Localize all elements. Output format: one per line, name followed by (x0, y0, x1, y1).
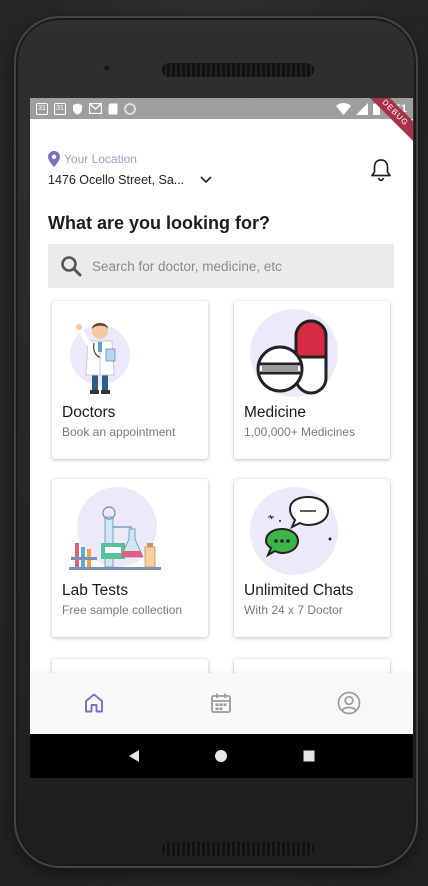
app-screen: 31 31 8:51 DEBUG Your Location 1476 Ocel… (30, 98, 413, 778)
doctors-card[interactable]: Doctors Book an appointment (52, 301, 208, 459)
lab-tests-card[interactable]: Lab Tests Free sample collection (52, 479, 208, 637)
card-title: Doctors (62, 404, 116, 421)
card-title: Medicine (244, 404, 307, 421)
notifications-button[interactable] (370, 158, 392, 187)
doctor-illustration (70, 323, 130, 394)
location-pin-icon (48, 151, 60, 167)
card-subtitle: 1,00,000+ Medicines (244, 425, 356, 439)
card-subtitle: Book an appointment (62, 425, 176, 439)
search-icon (61, 256, 82, 277)
nav-appointments-button[interactable] (201, 683, 241, 723)
search-bar[interactable]: Search for doctor, medicine, etc (48, 244, 394, 288)
sd-card-icon (108, 103, 118, 114)
bottom-navigation (30, 673, 413, 733)
wifi-icon (335, 102, 351, 115)
chevron-down-icon (200, 176, 212, 184)
recents-icon[interactable] (302, 749, 316, 763)
top-speaker (162, 63, 314, 77)
bottom-speaker (162, 842, 314, 856)
chat-bubbles-illustration (250, 487, 338, 575)
back-icon[interactable] (127, 749, 141, 763)
location-label-row: Your Location (48, 151, 137, 167)
shield-icon (73, 103, 82, 114)
medicine-card[interactable]: Medicine 1,00,000+ Medicines (234, 301, 390, 459)
calendar-notification-icon: 31 (36, 102, 48, 115)
sync-icon (124, 102, 136, 115)
location-label: Your Location (64, 152, 137, 166)
mail-icon (89, 103, 102, 114)
signal-icon (355, 102, 368, 115)
status-bar: 31 31 8:51 DEBUG (30, 98, 413, 147)
unlimited-chats-card[interactable]: Unlimited Chats With 24 x 7 Doctor (234, 479, 390, 637)
address-text: 1476 Ocello Street, Sa... (48, 173, 185, 187)
front-camera (103, 64, 111, 72)
home-circle-icon[interactable] (214, 749, 228, 763)
calendar-notification-icon: 31 (54, 102, 66, 115)
pill-capsule-illustration (250, 309, 338, 397)
nav-home-button[interactable] (74, 683, 114, 723)
card-title: Unlimited Chats (244, 582, 354, 599)
search-placeholder: Search for doctor, medicine, etc (92, 258, 282, 274)
bell-icon (371, 159, 391, 182)
card-title: Lab Tests (62, 582, 129, 599)
system-navigation-bar (30, 734, 413, 778)
calendar-icon (211, 693, 232, 713)
nav-profile-button[interactable] (329, 683, 369, 723)
card-subtitle: Free sample collection (62, 603, 183, 617)
address-selector[interactable]: 1476 Ocello Street, Sa... (48, 173, 214, 187)
page-heading: What are you looking for? (48, 213, 271, 233)
card-subtitle: With 24 x 7 Doctor (244, 603, 343, 617)
home-icon (84, 693, 103, 713)
profile-icon (337, 691, 361, 715)
lab-equipment-illustration (69, 487, 161, 570)
